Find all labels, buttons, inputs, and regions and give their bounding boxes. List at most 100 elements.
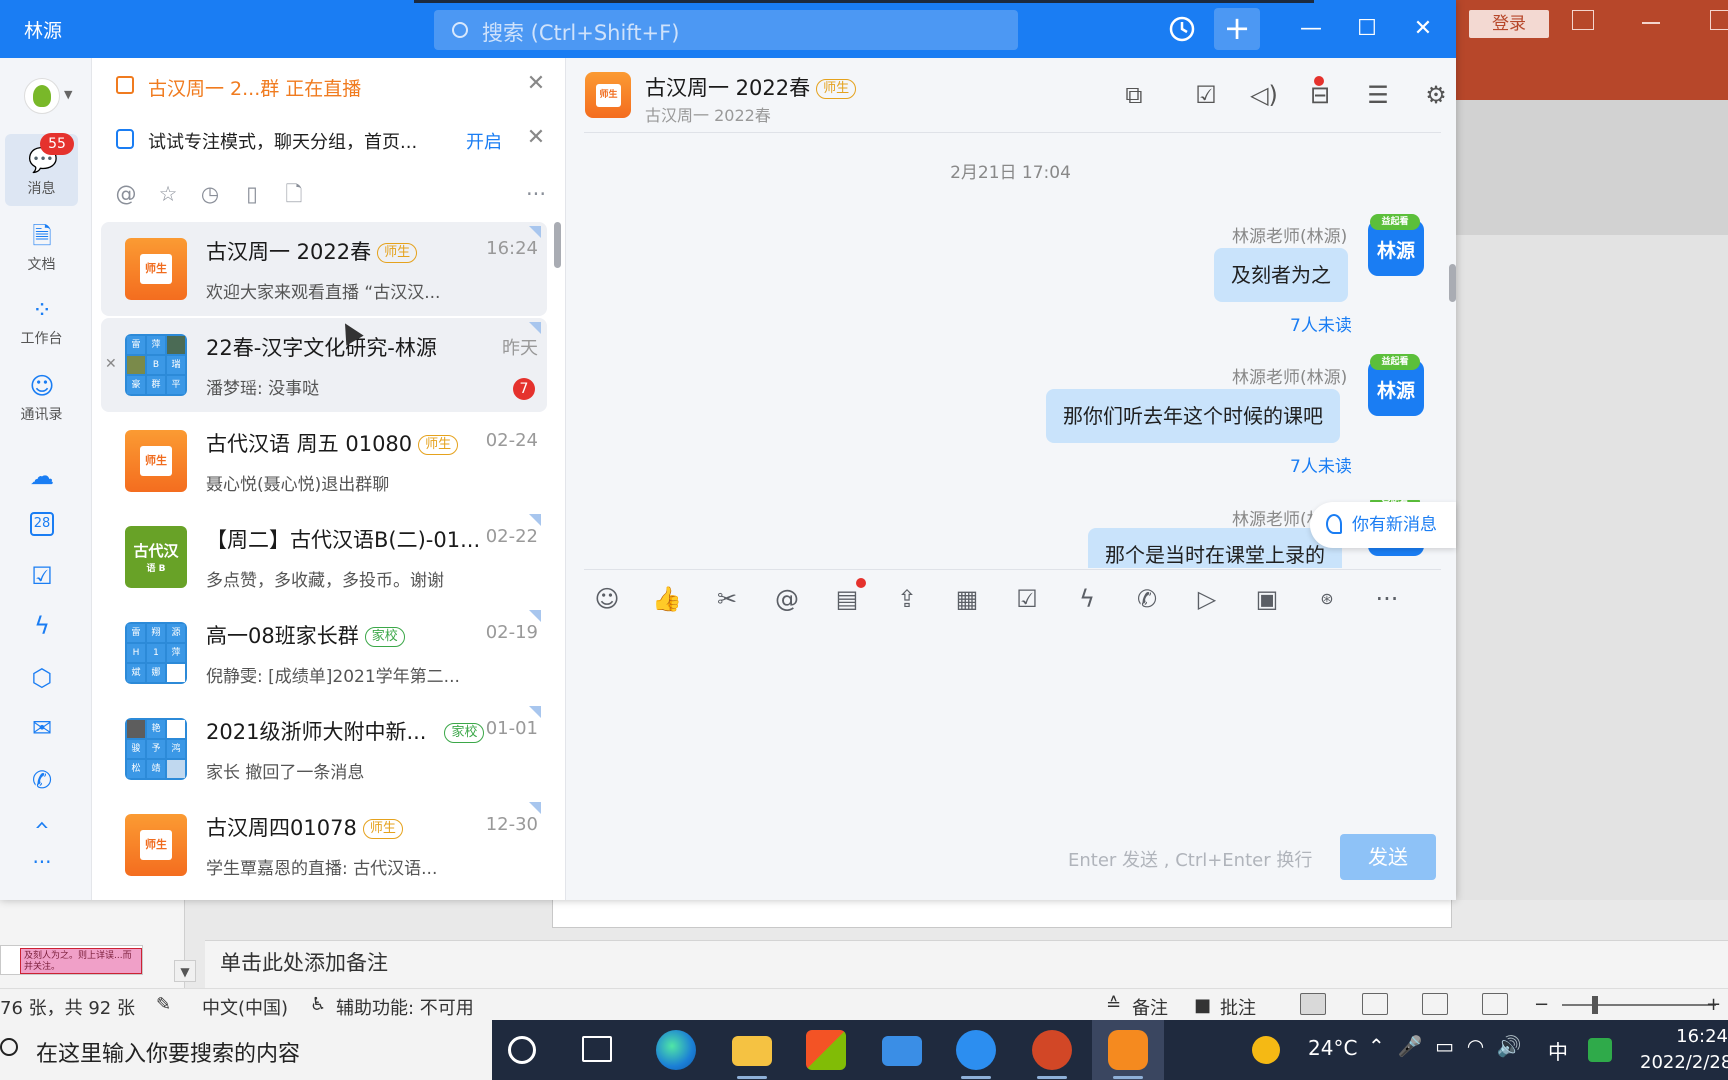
zoom-slider[interactable]: [1562, 1004, 1716, 1006]
sender-avatar[interactable]: 益起看 林源: [1368, 354, 1424, 416]
conversation-item[interactable]: 师生 古代汉语 周五 01080 师生 02-24 聂心悦(聂心悦)退出群聊: [101, 414, 547, 508]
announcement-icon[interactable]: ◁): [1249, 80, 1279, 110]
conversation-item[interactable]: 师生 古汉周四01078 师生 12-30 学生覃嘉恩的直播: 古代汉语...: [101, 798, 547, 892]
taskbar-search-placeholder[interactable]: 在这里输入你要搜索的内容: [36, 1036, 300, 1068]
at-mention-icon[interactable]: @: [772, 584, 802, 614]
chat-title[interactable]: 古汉周一 2022春 师生: [645, 72, 857, 102]
more-icon[interactable]: ···: [1372, 584, 1402, 614]
comments-toggle-button[interactable]: 批注: [1220, 994, 1256, 1020]
read-status-link[interactable]: 7人未读: [1290, 311, 1352, 336]
live-banner-text[interactable]: 古汉周一 2...群 正在直播: [148, 74, 361, 101]
live-stream-icon[interactable]: ▷: [1192, 584, 1222, 614]
group-files-icon[interactable]: ⧉: [1119, 80, 1149, 110]
powerpoint-minimize-icon[interactable]: [1642, 22, 1660, 24]
create-new-button[interactable]: +: [1214, 8, 1260, 50]
upload-file-icon[interactable]: ⇪: [892, 584, 922, 614]
powerpoint-maximize-icon[interactable]: [1710, 10, 1728, 30]
conversation-item[interactable]: 艳 骏予鸿 松靖 2021级浙师大附中新... 家校 01-01 家长 撤回了一条…: [101, 702, 547, 796]
send-button[interactable]: 发送: [1340, 834, 1436, 880]
microsoft-store-icon[interactable]: [806, 1030, 846, 1070]
sender-avatar[interactable]: 益起看 林源: [1368, 214, 1424, 276]
more-icon[interactable]: ···: [28, 848, 56, 876]
language-status[interactable]: 中文(中国): [202, 994, 288, 1020]
chat-scrollbar[interactable]: [1449, 264, 1456, 302]
flash-icon[interactable]: ϟ: [28, 612, 56, 640]
clock[interactable]: 16:24 2022/2/28: [1640, 1024, 1728, 1076]
rail-item-workbench[interactable]: ⁘ 工作台: [5, 284, 78, 356]
taskbar-search-box[interactable]: 在这里输入你要搜索的内容: [0, 1020, 492, 1080]
emoji-icon[interactable]: ☺: [592, 584, 622, 614]
conversation-item[interactable]: 师生 古汉周一 2022春 师生 16:24 欢迎大家来观看直播 “古汉汉...: [101, 222, 547, 316]
close-icon[interactable]: ✕: [526, 73, 546, 95]
comments-icon[interactable]: ■: [1194, 995, 1211, 1016]
input-method-indicator[interactable]: 中: [1548, 1036, 1568, 1065]
thumbnail-scroll-down-icon[interactable]: ▼: [174, 960, 196, 982]
new-message-pill[interactable]: 你有新消息: [1310, 502, 1456, 548]
more-icon[interactable]: ···: [524, 182, 548, 206]
normal-view-button[interactable]: [1300, 993, 1326, 1015]
at-mention-icon[interactable]: @: [114, 182, 138, 206]
history-icon[interactable]: [1166, 13, 1198, 45]
phone-meeting-icon[interactable]: ✆: [28, 766, 56, 794]
close-icon[interactable]: ✕: [526, 127, 546, 149]
slideshow-view-button[interactable]: [1482, 993, 1508, 1015]
screen-share-icon[interactable]: ▣: [1252, 584, 1282, 614]
message-bubble[interactable]: 那个是当时在课堂上录的: [1088, 528, 1342, 568]
ding-notice-icon[interactable]: ▤: [832, 584, 862, 614]
powerpoint-ribbon-display-icon[interactable]: [1572, 10, 1594, 30]
notes-toggle-icon[interactable]: ≙: [1106, 994, 1121, 1015]
chat-group-avatar[interactable]: 师生: [585, 72, 631, 118]
calendar-icon[interactable]: ▦: [952, 584, 982, 614]
powerpoint-notes-pane[interactable]: [205, 940, 1728, 988]
accessibility-icon[interactable]: ♿: [310, 994, 326, 1015]
conversation-list-scrollbar[interactable]: [554, 222, 561, 268]
cortana-icon[interactable]: [508, 1036, 536, 1064]
maximize-button[interactable]: ☐: [1348, 10, 1386, 48]
recent-clock-icon[interactable]: ◷: [198, 182, 222, 206]
system-tray-icons[interactable]: ⌃ 🎤 ▭ ◠ 🔊: [1368, 1034, 1522, 1058]
scissors-icon[interactable]: ✂: [712, 584, 742, 614]
zoom-slider-handle[interactable]: [1592, 996, 1598, 1014]
weather-icon[interactable]: [1252, 1036, 1280, 1064]
calendar-icon[interactable]: 28: [30, 512, 54, 536]
star-icon[interactable]: ☆: [156, 182, 180, 206]
message-bubble[interactable]: 及刻者为之: [1214, 248, 1348, 302]
live-streaming-app-icon[interactable]: [1108, 1030, 1148, 1070]
message-input[interactable]: [584, 630, 1441, 830]
close-icon[interactable]: ✕: [105, 356, 117, 372]
building-icon[interactable]: ⌂: [28, 814, 56, 828]
user-avatar[interactable]: [24, 78, 60, 114]
phone-call-icon[interactable]: ✆: [1132, 584, 1162, 614]
todo-check-icon[interactable]: ☑: [1191, 80, 1221, 110]
notes-toggle-button[interactable]: 备注: [1132, 994, 1168, 1020]
cloud-icon[interactable]: ☁: [28, 462, 56, 490]
thumbs-up-icon[interactable]: 👍: [652, 584, 682, 614]
notes-placeholder[interactable]: 单击此处添加备注: [220, 947, 388, 977]
settings-gear-icon[interactable]: ⚙: [1421, 80, 1451, 110]
enable-focus-mode-link[interactable]: 开启: [466, 128, 502, 154]
flash-icon[interactable]: ϟ: [1072, 584, 1102, 614]
zoom-in-button[interactable]: +: [1706, 994, 1721, 1015]
mail-icon[interactable]: ✉: [28, 714, 56, 742]
cube-icon[interactable]: ⬡: [28, 664, 56, 692]
sogou-ime-icon[interactable]: [1588, 1038, 1612, 1062]
school-icon[interactable]: ⊛: [1312, 584, 1342, 614]
chevron-down-icon[interactable]: ▼: [64, 88, 72, 101]
slide-sorter-view-button[interactable]: [1362, 993, 1388, 1015]
zoom-out-button[interactable]: −: [1534, 994, 1549, 1015]
close-button[interactable]: ✕: [1404, 10, 1442, 48]
live-stream-banner[interactable]: 古汉周一 2...群 正在直播 ✕: [92, 58, 564, 112]
rail-item-docs[interactable]: 🗎 文档: [5, 210, 78, 282]
message-bubble[interactable]: 那你们听去年这个时候的课吧: [1046, 389, 1340, 443]
spellcheck-icon[interactable]: ✎: [156, 994, 171, 1015]
rail-item-contacts[interactable]: ☺ 通讯录: [5, 360, 78, 432]
edge-browser-icon[interactable]: [656, 1030, 696, 1070]
conversation-item[interactable]: ✕ 雷萍 B瑞 豪群平 22春-汉字文化研究-林源 昨天 潘梦瑶: 没事哒 7: [101, 318, 547, 412]
powerpoint-slide-canvas[interactable]: [1456, 100, 1728, 235]
bookmark-icon[interactable]: ▯: [240, 182, 264, 206]
todo-check-icon[interactable]: ☑: [28, 562, 56, 590]
read-status-link[interactable]: 7人未读: [1290, 452, 1352, 477]
minimize-button[interactable]: —: [1292, 10, 1330, 48]
temperature[interactable]: 24°C: [1308, 1036, 1357, 1060]
task-view-icon[interactable]: [582, 1036, 612, 1062]
